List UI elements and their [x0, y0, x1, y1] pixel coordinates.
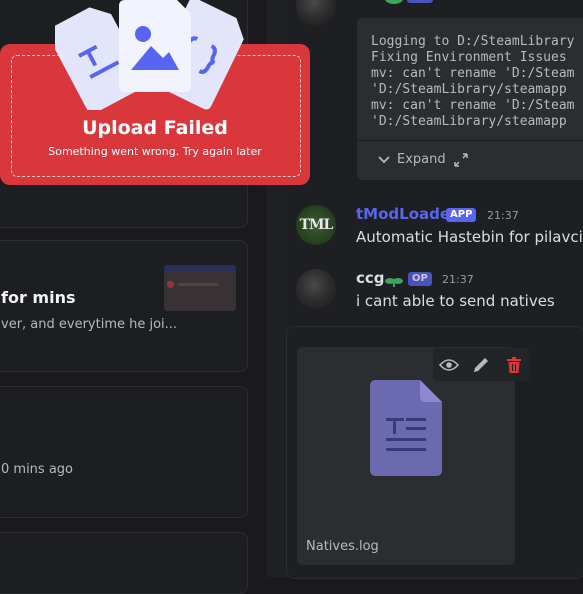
- trash-icon[interactable]: [503, 354, 525, 376]
- post-snippet: ver, and everytime he joi...: [1, 317, 178, 332]
- eye-icon[interactable]: [438, 354, 460, 376]
- op-tag: OP: [408, 272, 432, 286]
- message-text: Automatic Hastebin for pilavcitr: [356, 228, 583, 246]
- fullscreen-icon[interactable]: [453, 152, 469, 172]
- post-card[interactable]: for mins ver, and everytime he joi...: [0, 240, 248, 372]
- document-stack-icon: [55, 0, 244, 110]
- toast-subtitle: Something went wrong. Try again later: [48, 145, 262, 158]
- post-title: for mins: [1, 288, 76, 307]
- hastebin-embed: Logging to D:/SteamLibrary Fixing Enviro…: [356, 17, 583, 181]
- avatar[interactable]: [296, 269, 336, 309]
- toast-title: Upload Failed: [82, 117, 228, 139]
- expand-label: Expand: [397, 152, 446, 167]
- post-card[interactable]: 0 mins ago: [0, 386, 248, 518]
- code-block: Logging to D:/SteamLibrary Fixing Enviro…: [371, 34, 575, 129]
- message-text: i cant able to send natives: [356, 292, 555, 310]
- attachment-toolbar: [433, 348, 530, 381]
- attachment-filename: Natives.log: [306, 539, 379, 554]
- pencil-icon[interactable]: [470, 354, 492, 376]
- post-time: 0 mins ago: [1, 462, 73, 477]
- username[interactable]: tModLoader: [356, 205, 457, 223]
- expand-button[interactable]: Expand: [377, 152, 446, 167]
- avatar[interactable]: TML: [296, 205, 336, 245]
- post-card[interactable]: [0, 532, 248, 594]
- file-text-icon: [370, 380, 442, 476]
- post-thumbnail: [164, 265, 236, 311]
- app-tag: APP: [446, 208, 477, 222]
- username[interactable]: ccg: [356, 269, 385, 287]
- timestamp: 21:37: [487, 209, 519, 222]
- chevron-down-icon: [378, 155, 390, 163]
- timestamp: 21:37: [442, 273, 474, 286]
- op-tag: [407, 0, 433, 3]
- leaf-role-icon: [385, 272, 403, 287]
